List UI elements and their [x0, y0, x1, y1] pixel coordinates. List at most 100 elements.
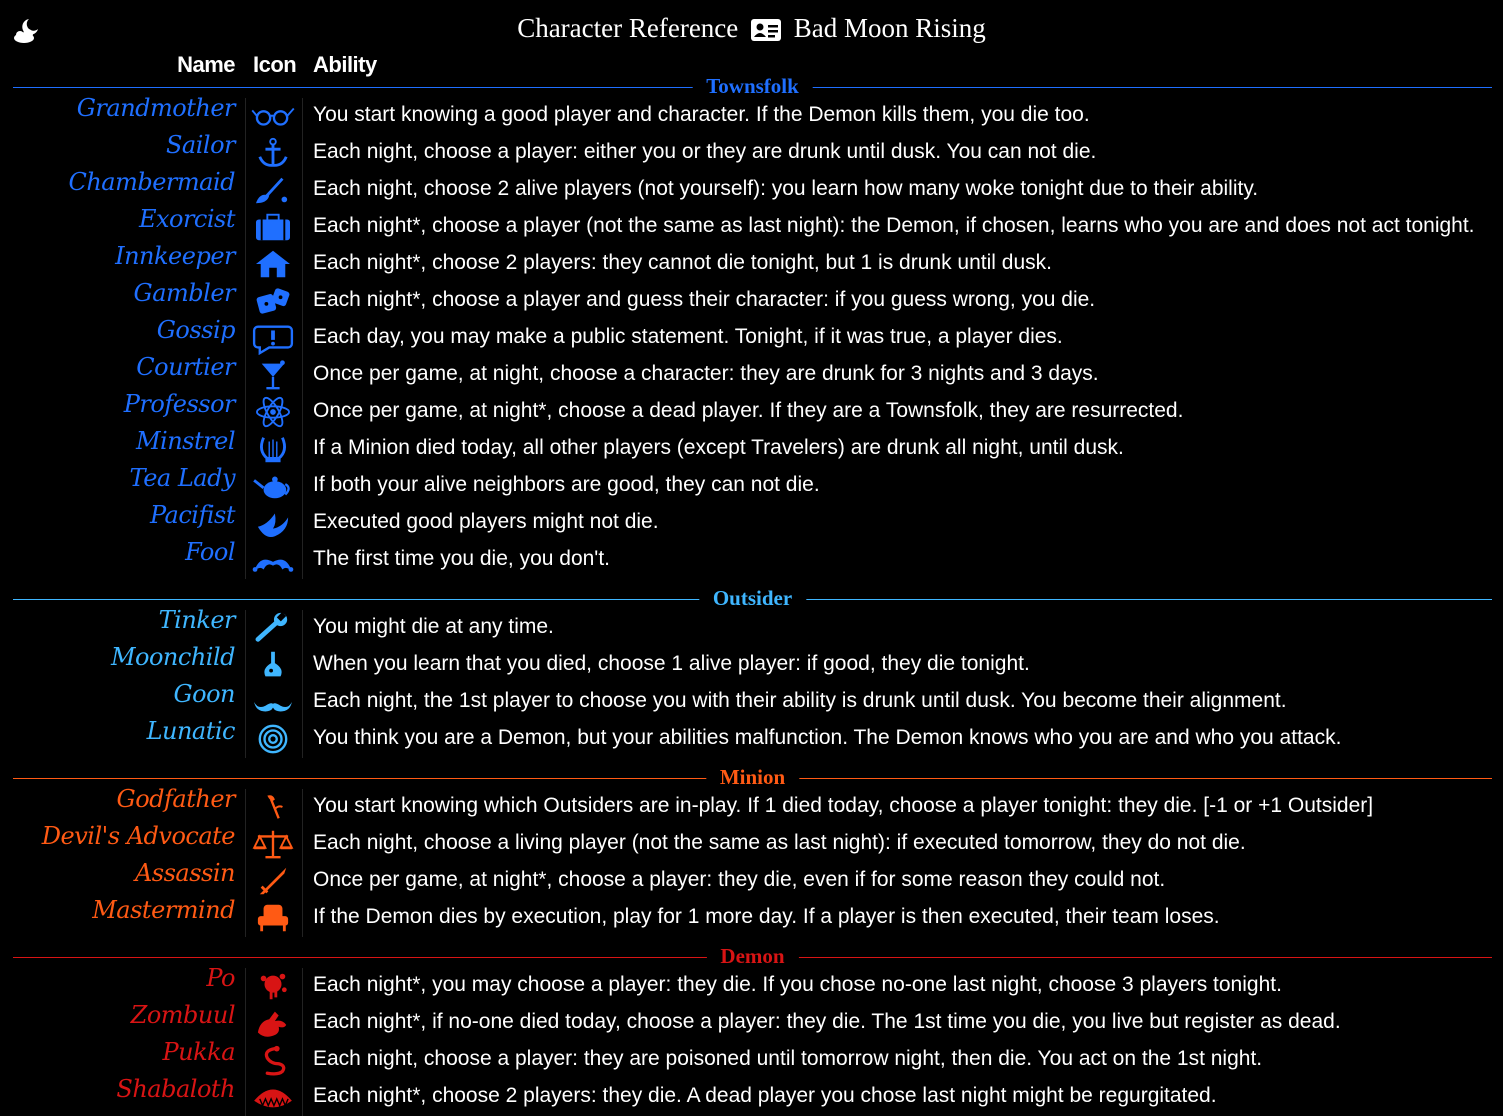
anchor-icon[interactable]	[249, 136, 297, 170]
zombie-hand-icon[interactable]	[249, 1006, 297, 1040]
column-separator	[302, 610, 303, 647]
column-separator	[245, 863, 246, 900]
character-name[interactable]: Chambermaid	[68, 168, 235, 196]
column-separator	[245, 468, 246, 505]
spiral-icon[interactable]	[249, 722, 297, 756]
character-row[interactable]: Devil's Advocate Each night, choose a liv…	[0, 822, 1503, 863]
column-separator	[245, 900, 246, 937]
character-row[interactable]: Grandmother You start knowing a good play…	[0, 94, 1503, 135]
character-name[interactable]: Devil's Advocate	[42, 822, 236, 850]
speech-bubble-icon[interactable]	[249, 321, 297, 355]
character-row[interactable]: Sailor Each night, choose a player: eithe…	[0, 131, 1503, 172]
character-name[interactable]: Professor	[124, 390, 236, 418]
character-name[interactable]: Innkeeper	[115, 242, 235, 270]
character-row[interactable]: Tinker You might die at any time.	[0, 606, 1503, 647]
house-icon[interactable]	[249, 247, 297, 281]
character-name[interactable]: Po	[206, 964, 235, 992]
character-row[interactable]: Zombuul Each night*, if no-one died today…	[0, 1001, 1503, 1042]
character-name[interactable]: Gambler	[134, 279, 236, 307]
character-row[interactable]: Lunatic You think you are a Demon, but yo…	[0, 717, 1503, 758]
feather-duster-icon[interactable]	[249, 173, 297, 207]
character-name[interactable]: Sailor	[166, 131, 236, 159]
character-row[interactable]: Professor Once per game, at night*, choos…	[0, 390, 1503, 431]
character-row[interactable]: Godfather You start knowing which Outside…	[0, 785, 1503, 826]
column-separator	[302, 135, 303, 172]
character-row[interactable]: Pacifist Executed good players might not …	[0, 501, 1503, 542]
teapot-icon[interactable]	[249, 469, 297, 503]
character-name[interactable]: Exorcist	[139, 205, 236, 233]
character-name[interactable]: Assassin	[135, 859, 236, 887]
spectacles-icon[interactable]	[249, 99, 297, 133]
rose-icon[interactable]	[249, 790, 297, 824]
character-name[interactable]: Courtier	[136, 353, 235, 381]
character-name[interactable]: Moonchild	[111, 643, 236, 671]
character-name[interactable]: Godfather	[117, 785, 236, 813]
column-separator	[302, 1005, 303, 1042]
flask-icon[interactable]	[249, 648, 297, 682]
character-row[interactable]: Courtier Once per game, at night, choose …	[0, 353, 1503, 394]
character-row[interactable]: Shabaloth Each night*, choose 2 players: …	[0, 1075, 1503, 1116]
suitcase-icon[interactable]	[249, 210, 297, 244]
column-separator	[302, 505, 303, 542]
character-row[interactable]: Pukka Each night, choose a player: they a…	[0, 1038, 1503, 1079]
dice-icon[interactable]	[249, 284, 297, 318]
character-ability: Each night, choose a player: either you …	[313, 140, 1097, 163]
fanged-mouth-icon[interactable]	[249, 1080, 297, 1114]
column-header-name[interactable]: Name	[177, 52, 235, 78]
snake-icon[interactable]	[249, 1043, 297, 1077]
character-ability: You start knowing which Outsiders are in…	[313, 794, 1374, 817]
column-separator	[245, 357, 246, 394]
character-row[interactable]: Po Each night*, you may choose a player: …	[0, 964, 1503, 1005]
mustache-icon[interactable]	[249, 685, 297, 719]
column-separator	[245, 1079, 246, 1116]
character-row[interactable]: Chambermaid Each night, choose 2 alive pl…	[0, 168, 1503, 209]
character-row[interactable]: Moonchild When you learn that you died, c…	[0, 643, 1503, 684]
character-ability: If a Minion died today, all other player…	[313, 436, 1124, 459]
column-separator	[245, 283, 246, 320]
column-separator	[302, 172, 303, 209]
character-row[interactable]: Innkeeper Each night*, choose 2 players: …	[0, 242, 1503, 283]
character-name[interactable]: Grandmother	[77, 94, 236, 122]
character-row[interactable]: Fool The first time you die, you don't.	[0, 538, 1503, 579]
title-script: Bad Moon Rising	[793, 13, 986, 43]
character-ability: Once per game, at night*, choose a playe…	[313, 868, 1166, 891]
character-row[interactable]: Minstrel If a Minion died today, all othe…	[0, 427, 1503, 468]
column-separator	[302, 431, 303, 468]
character-name[interactable]: Fool	[185, 538, 235, 566]
character-row[interactable]: Assassin Once per game, at night*, choose…	[0, 859, 1503, 900]
wrench-icon[interactable]	[249, 611, 297, 645]
character-ability: You think you are a Demon, but your abil…	[313, 726, 1342, 749]
character-name[interactable]: Lunatic	[147, 717, 236, 745]
character-name[interactable]: Goon	[173, 680, 235, 708]
column-header-icon[interactable]: Icon	[253, 52, 297, 78]
jester-hat-icon[interactable]	[249, 543, 297, 577]
character-row[interactable]: Goon Each night, the 1st player to choose…	[0, 680, 1503, 721]
character-name[interactable]: Minstrel	[136, 427, 236, 455]
character-name[interactable]: Gossip	[157, 316, 236, 344]
character-name[interactable]: Pacifist	[150, 501, 236, 529]
character-ability: Each night*, you may choose a player: th…	[313, 973, 1282, 996]
column-separator	[245, 431, 246, 468]
column-separator	[302, 721, 303, 758]
character-row[interactable]: Exorcist Each night*, choose a player (no…	[0, 205, 1503, 246]
column-header-ability[interactable]: Ability	[313, 52, 377, 78]
lyre-icon[interactable]	[249, 432, 297, 466]
armchair-icon[interactable]	[249, 901, 297, 935]
character-name[interactable]: Pukka	[163, 1038, 236, 1066]
character-row[interactable]: Gossip Each day, you may make a public st…	[0, 316, 1503, 357]
character-row[interactable]: Tea Lady If both your alive neighbors are…	[0, 464, 1503, 505]
atom-icon[interactable]	[249, 395, 297, 429]
title-reference: Character Reference	[517, 13, 739, 43]
dagger-icon[interactable]	[249, 864, 297, 898]
character-name[interactable]: Tea Lady	[130, 464, 236, 492]
character-name[interactable]: Tinker	[159, 606, 236, 634]
dove-icon[interactable]	[249, 506, 297, 540]
character-ability: You start knowing a good player and char…	[313, 103, 1090, 126]
character-name[interactable]: Mastermind	[92, 896, 235, 924]
character-name[interactable]: Zombuul	[131, 1001, 236, 1029]
scales-icon[interactable]	[249, 827, 297, 861]
character-row[interactable]: Mastermind If the Demon dies by execution…	[0, 896, 1503, 937]
blood-splat-icon[interactable]	[249, 969, 297, 1003]
character-row[interactable]: Gambler Each night*, choose a player and …	[0, 279, 1503, 320]
cocktail-glass-icon[interactable]	[249, 358, 297, 392]
